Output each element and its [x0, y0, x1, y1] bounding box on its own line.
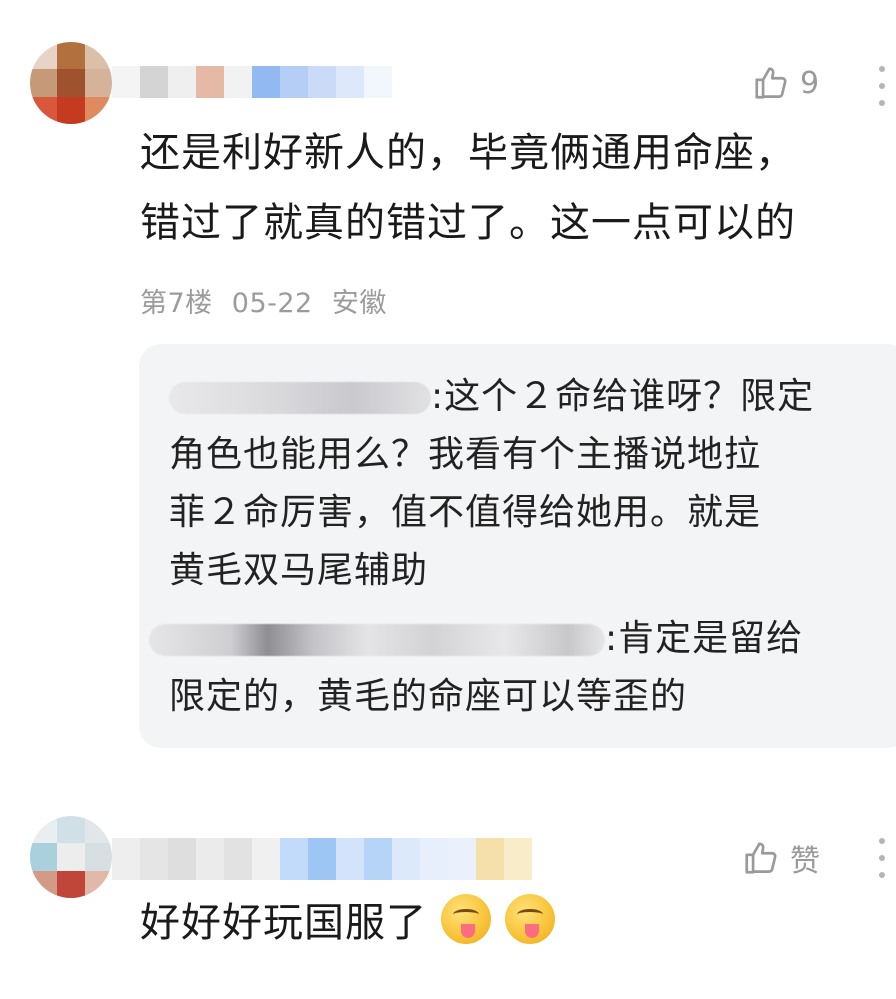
- like-count: 9: [800, 65, 820, 101]
- avatar[interactable]: [30, 816, 112, 898]
- reply-username-blurred[interactable]: [169, 382, 431, 414]
- thumbs-up-icon: [755, 67, 787, 99]
- yum-face-emoji-icon: [505, 894, 555, 944]
- comment-text: 还是利好新人的，毕竟俩通用命座， 错过了就真的错过了。这一点可以的: [140, 130, 796, 246]
- yum-face-emoji-icon: [441, 894, 491, 944]
- reply-list[interactable]: :这个２命给谁呀？限定 角色也能用么？我看有个主播说地拉 菲２命厉害，值不值得给…: [139, 344, 896, 748]
- more-options-button[interactable]: [877, 838, 887, 878]
- reply-item[interactable]: :这个２命给谁呀？限定 角色也能用么？我看有个主播说地拉 菲２命厉害，值不值得给…: [169, 368, 869, 600]
- comment-location: 安徽: [331, 288, 387, 319]
- floor-number: 第7楼: [140, 288, 213, 319]
- reply-username-blurred[interactable]: [149, 624, 605, 656]
- username-blurred[interactable]: [112, 838, 532, 880]
- like-label: 赞: [790, 844, 820, 879]
- username-blurred[interactable]: [112, 66, 392, 98]
- avatar[interactable]: [30, 42, 112, 124]
- more-vertical-icon: [879, 66, 885, 72]
- comment-date: 05-22: [231, 288, 313, 319]
- more-vertical-icon: [879, 838, 885, 844]
- like-button[interactable]: 赞: [742, 836, 820, 880]
- like-button[interactable]: 9: [752, 64, 819, 102]
- comment-meta: 第7楼 05-22 安徽: [140, 281, 387, 320]
- reply-item[interactable]: :肯定是留给 限定的，黄毛的命座可以等歪的: [149, 610, 849, 726]
- thumbs-up-icon: [745, 842, 777, 874]
- more-options-button[interactable]: [877, 66, 887, 106]
- comment-text: 好好好玩国服了: [140, 888, 555, 958]
